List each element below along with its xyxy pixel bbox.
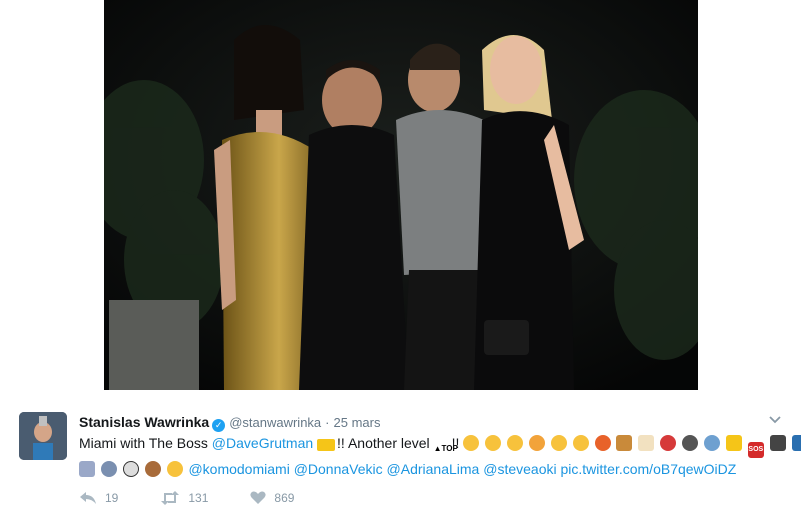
tweet-card: Stanislas Wawrinka ✓ @stanwawrinka · 25 mars…: [0, 390, 801, 528]
rolling-eyes-emoji-icon: [507, 435, 524, 451]
mention-komodomiami[interactable]: @komodomiami: [188, 461, 289, 477]
retweet-count: 131: [188, 491, 209, 505]
mention-adrianalima[interactable]: @AdrianaLima: [387, 461, 480, 477]
top-arrow-emoji-icon: ▲TOP: [433, 441, 458, 457]
sunglasses-emoji-icon: [550, 435, 567, 451]
headphones-emoji-icon: [100, 461, 117, 477]
avatar-image: [19, 412, 67, 460]
collision-emoji-icon: [594, 435, 611, 451]
sos-emoji-icon: SOS: [747, 442, 764, 458]
reply-icon: [79, 491, 97, 505]
panda-emoji-icon: [122, 461, 139, 477]
retweet-button[interactable]: 131: [160, 491, 208, 505]
display-name[interactable]: Stanislas Wawrinka: [79, 414, 209, 430]
reply-button[interactable]: 19: [79, 491, 118, 505]
heart-eyes-cat-emoji-icon: [528, 435, 545, 451]
cake-emoji-icon: [638, 435, 655, 451]
dancer-emoji-icon: [660, 435, 677, 451]
kiss-emoji-icon: [485, 435, 502, 451]
mention-donnavekic[interactable]: @DonnaVekic: [294, 461, 383, 477]
tweet-header: Stanislas Wawrinka ✓ @stanwawrinka · 25 mars: [79, 413, 380, 432]
tweet-text-line-1: Miami with The Boss @DaveGrutman !! Anot…: [79, 432, 801, 458]
photo-illustration: [104, 0, 698, 390]
warning-emoji-icon: [725, 435, 742, 451]
tweet-text-line-2: @komodomiami @DonnaVekic @AdrianaLima @s…: [79, 458, 787, 480]
man-shrugging-emoji-icon: [704, 435, 721, 451]
like-count: 869: [274, 491, 295, 505]
tweet-text-prefix: Miami with The Boss: [79, 435, 208, 451]
verified-badge-icon: ✓: [212, 419, 226, 432]
tweet-date[interactable]: 25 mars: [334, 415, 381, 430]
fireworks-emoji-icon: [791, 435, 801, 451]
thinking-emoji-icon: [463, 435, 480, 451]
crown-emoji-icon: [317, 439, 336, 451]
separator: ·: [325, 415, 330, 430]
kiss-face-emoji-icon: [166, 461, 183, 477]
reply-count: 19: [105, 491, 119, 505]
musical-score-emoji-icon: [79, 461, 95, 477]
avatar[interactable]: [19, 412, 67, 460]
tweet-text-after-crown: !! Another level: [337, 435, 430, 451]
whisky-emoji-icon: [616, 435, 633, 451]
heart-icon: [250, 491, 267, 505]
mention-dave[interactable]: @DaveGrutman: [212, 435, 313, 451]
tweet-text-after-top: !!: [451, 435, 460, 451]
pic-link[interactable]: pic.twitter.com/oB7qewOiDZ: [560, 461, 736, 477]
tweet-photo[interactable]: [104, 0, 698, 390]
joy-emoji-icon: [572, 435, 589, 451]
retweet-icon: [160, 491, 180, 505]
like-button[interactable]: 869: [250, 491, 294, 505]
tweet-text: Miami with The Boss @DaveGrutman !! Anot…: [79, 432, 801, 480]
chevron-down-icon[interactable]: [769, 412, 781, 427]
camera-emoji-icon: [769, 435, 786, 451]
tweet-actions: 19 131 869: [79, 491, 294, 505]
bear-emoji-icon: [144, 461, 161, 477]
mention-steveaoki[interactable]: @steveaoki: [483, 461, 556, 477]
man-dancing-emoji-icon: [682, 435, 699, 451]
user-handle[interactable]: @stanwawrinka: [229, 415, 321, 430]
